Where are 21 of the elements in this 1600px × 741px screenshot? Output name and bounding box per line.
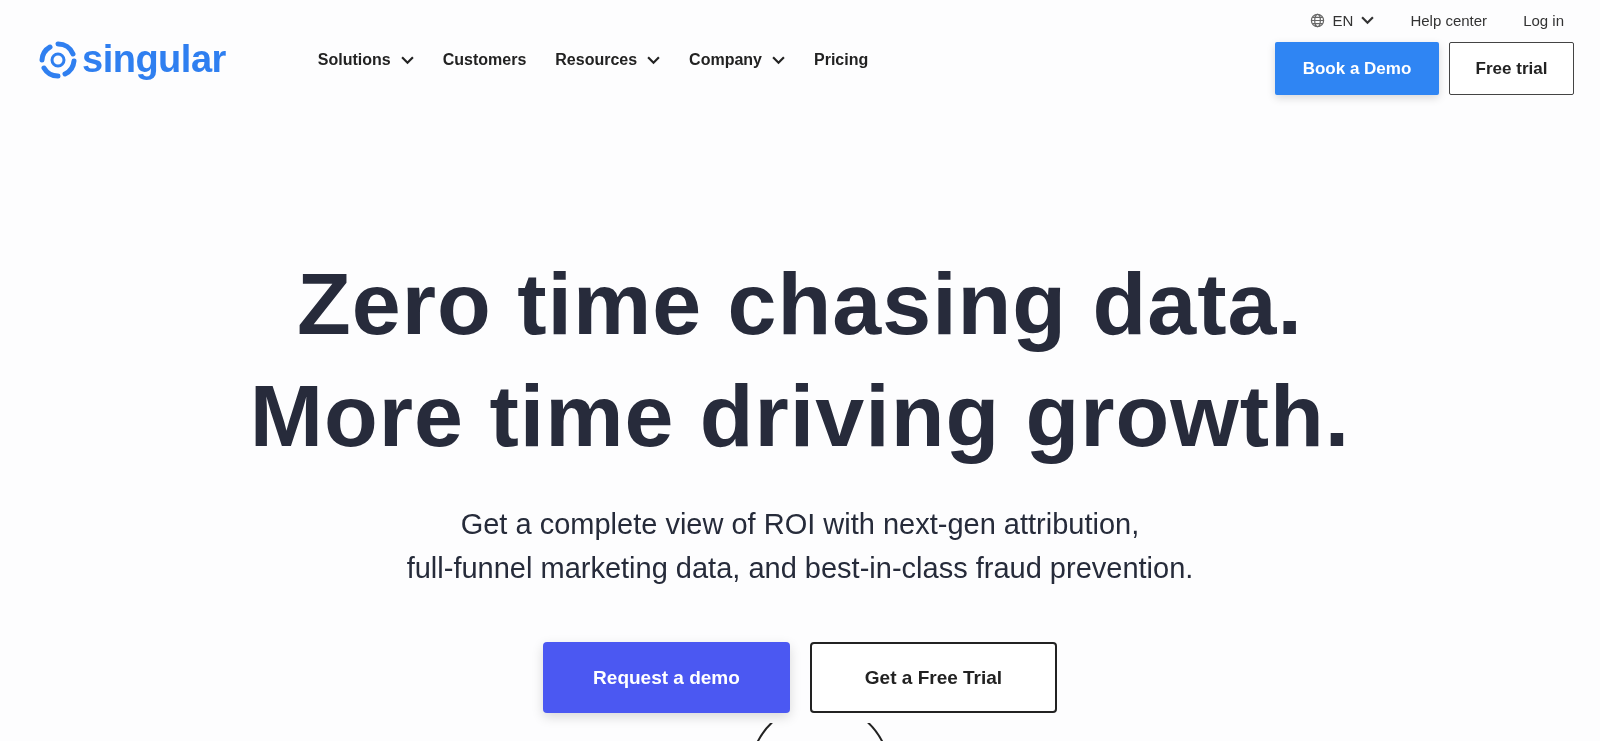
cta-button[interactable]: Request a demo — [543, 642, 790, 713]
hero-headline: Zero time chasing data. More time driving growth. — [249, 253, 1351, 467]
nav-link[interactable]: Company — [689, 51, 785, 69]
chevron-down-icon — [400, 55, 414, 65]
nav-link[interactable]: Customers — [442, 51, 527, 69]
logo-icon — [38, 39, 78, 80]
header-button[interactable]: Free trial — [1449, 42, 1574, 95]
nav-link[interactable]: Resources — [555, 51, 661, 69]
nav-link[interactable]: Pricing — [814, 51, 869, 69]
globe-icon — [1309, 13, 1325, 28]
chevron-down-icon — [1361, 16, 1375, 25]
header-button[interactable]: Book a Demo — [1275, 42, 1439, 95]
language-selector[interactable]: EN — [1309, 12, 1375, 29]
login-link[interactable]: Log in — [1523, 12, 1564, 29]
logo-text[interactable]: singular — [82, 38, 226, 81]
help-center-link[interactable]: Help center — [1410, 12, 1488, 29]
chevron-down-icon — [647, 55, 661, 65]
chevron-down-icon — [772, 55, 785, 65]
hero-subtitle: Get a complete view of ROI with next-gen attribution, full-funnel marketing data, and best-in-class fraud prevention. — [406, 507, 1194, 586]
nav-link[interactable]: Solutions — [317, 51, 414, 69]
cta-button[interactable]: Get a Free Trial — [810, 642, 1057, 713]
